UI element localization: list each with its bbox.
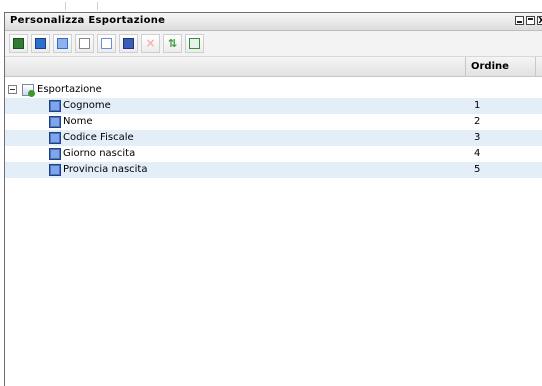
export-window: Personalizza Esportazione X × ⇅ [4, 12, 542, 386]
delete-button: × [141, 34, 160, 53]
save-icon [35, 38, 46, 49]
field-icon [49, 148, 61, 160]
field-icon [49, 164, 61, 176]
top-strip-divider [65, 2, 66, 10]
sort-button[interactable]: ⇅ [163, 34, 182, 53]
copy-icon [57, 38, 68, 49]
window-titlebar[interactable]: Personalizza Esportazione X [5, 13, 542, 31]
sort-icon: ⇅ [167, 37, 178, 50]
field-label: Nome [63, 116, 93, 127]
tree-root-label: Esportazione [37, 84, 102, 95]
save-as-button[interactable] [53, 34, 72, 53]
preview-icon [101, 38, 112, 49]
table-row[interactable]: Nome 2 [5, 114, 542, 130]
export-icon [189, 38, 200, 49]
save-button[interactable] [31, 34, 50, 53]
field-icon [49, 116, 61, 128]
top-strip [0, 0, 542, 12]
column-header-ordine[interactable]: Ordine [471, 61, 509, 72]
toolbar: × ⇅ [5, 31, 542, 57]
table-row[interactable]: Giorno nascita 4 [5, 146, 542, 162]
table-row[interactable]: Provincia nascita 5 [5, 162, 542, 178]
maximize-icon[interactable] [526, 16, 535, 25]
field-icon [123, 38, 134, 49]
order-value: 5 [474, 164, 481, 175]
field-label: Cognome [63, 100, 111, 111]
export-folder-icon [22, 84, 35, 97]
order-value: 4 [474, 148, 481, 159]
order-value: 3 [474, 132, 481, 143]
field-label: Provincia nascita [63, 164, 148, 175]
field-label: Giorno nascita [63, 148, 136, 159]
column-separator[interactable] [535, 57, 536, 76]
collapse-icon[interactable] [8, 85, 17, 94]
new-document-icon [79, 38, 90, 49]
minimize-icon[interactable] [515, 16, 524, 25]
field-label: Codice Fiscale [63, 132, 134, 143]
exit-icon [13, 38, 24, 49]
field-icon [49, 100, 61, 112]
add-field-button[interactable] [119, 34, 138, 53]
delete-icon: × [145, 36, 156, 50]
table-row[interactable]: Cognome 1 [5, 98, 542, 114]
window-title: Personalizza Esportazione [10, 15, 166, 26]
exit-button[interactable] [9, 34, 28, 53]
top-strip-divider [97, 2, 98, 10]
new-button[interactable] [75, 34, 94, 53]
field-icon [49, 132, 61, 144]
tree-root-row[interactable]: Esportazione [5, 82, 542, 98]
table-row[interactable]: Codice Fiscale 3 [5, 130, 542, 146]
close-icon[interactable]: X [537, 16, 542, 25]
preview-button[interactable] [97, 34, 116, 53]
export-button[interactable] [185, 34, 204, 53]
column-separator[interactable] [465, 57, 466, 76]
grid-header: Ordine [5, 57, 542, 77]
order-value: 2 [474, 116, 481, 127]
order-value: 1 [474, 100, 481, 111]
